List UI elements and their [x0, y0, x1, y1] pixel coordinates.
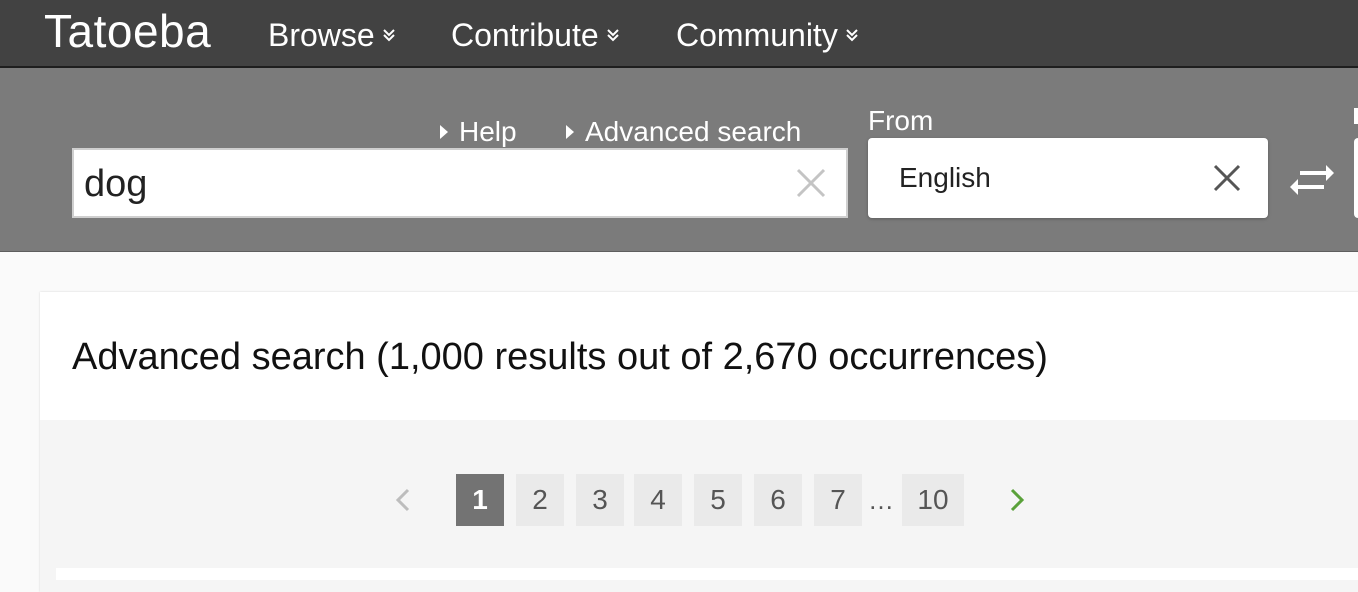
- help-link-label: Help: [459, 116, 517, 147]
- pagination-area: 1 2 3 4 5 6 7 … 10: [40, 420, 1358, 592]
- nav-browse-label: Browse: [268, 17, 375, 53]
- help-link[interactable]: Help: [440, 112, 517, 152]
- caret-right-icon: [440, 125, 448, 139]
- from-language-select[interactable]: English: [868, 138, 1268, 218]
- from-language-label: From: [868, 105, 934, 136]
- page-button-3[interactable]: 3: [576, 474, 624, 526]
- results-list-top: [56, 568, 1358, 580]
- from-language-value: English: [899, 162, 991, 193]
- chevron-double-down-icon: [382, 29, 395, 42]
- chevron-right-icon[interactable]: [1002, 486, 1030, 514]
- results-card: Advanced search (1,000 results out of 2,…: [40, 292, 1358, 592]
- nav-community-label: Community: [676, 17, 838, 53]
- page-button-7[interactable]: 7: [814, 474, 862, 526]
- close-icon[interactable]: [794, 166, 828, 200]
- page-button-2[interactable]: 2: [516, 474, 564, 526]
- page-button-6[interactable]: 6: [754, 474, 802, 526]
- advanced-search-link-label: Advanced search: [585, 116, 802, 147]
- nav-contribute-menu[interactable]: Contribute: [451, 17, 621, 53]
- to-language-select[interactable]: [1354, 138, 1358, 218]
- page-button-4[interactable]: 4: [634, 474, 682, 526]
- page-button-5[interactable]: 5: [694, 474, 742, 526]
- site-logo[interactable]: Tatoeba: [44, 5, 211, 57]
- nav-browse-menu[interactable]: Browse: [268, 17, 397, 53]
- swap-arrows-icon[interactable]: [1290, 160, 1334, 200]
- results-title: Advanced search (1,000 results out of 2,…: [72, 336, 1048, 378]
- to-language-label-edge: [1354, 108, 1358, 124]
- chevron-left-icon[interactable]: [390, 486, 418, 514]
- search-input[interactable]: [84, 158, 784, 210]
- nav-contribute-label: Contribute: [451, 17, 599, 53]
- search-field: [72, 148, 848, 218]
- close-icon[interactable]: [1212, 163, 1242, 193]
- top-navigation-bar: Tatoeba Browse Contribute Community: [0, 0, 1358, 68]
- page-button-1[interactable]: 1: [456, 474, 504, 526]
- advanced-search-link[interactable]: Advanced search: [566, 112, 801, 152]
- pagination-ellipsis: …: [868, 485, 894, 515]
- chevron-double-down-icon: [606, 29, 619, 42]
- page-button-last[interactable]: 10: [902, 474, 964, 526]
- chevron-double-down-icon: [846, 29, 858, 42]
- nav-community-menu[interactable]: Community: [676, 17, 860, 53]
- caret-right-icon: [566, 125, 574, 139]
